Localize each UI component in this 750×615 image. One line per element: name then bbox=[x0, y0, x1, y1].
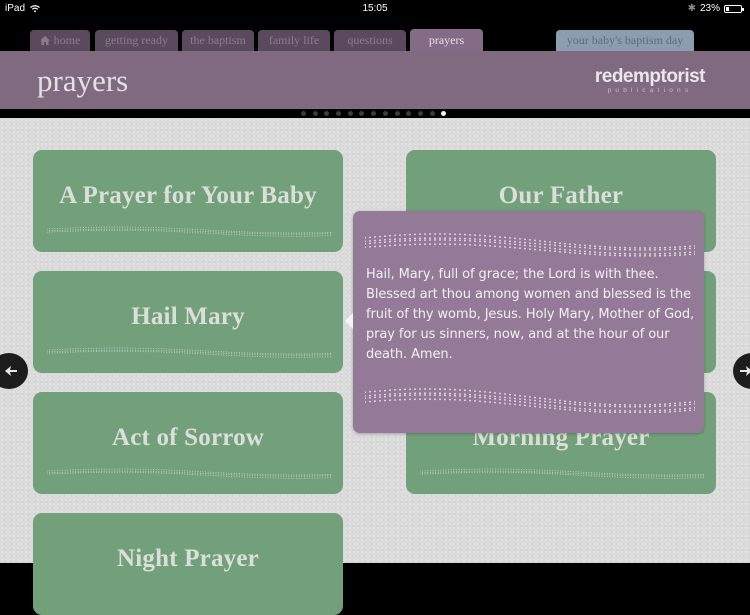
prayer-title: Act of Sorrow bbox=[111, 424, 265, 451]
tab-home[interactable]: home bbox=[30, 30, 90, 51]
dotted-wave-decoration bbox=[365, 233, 695, 257]
dotted-wave-decoration bbox=[47, 347, 331, 358]
page-dot[interactable] bbox=[359, 111, 365, 116]
prayer-card-act-of-sorrow[interactable]: Act of Sorrow bbox=[33, 392, 343, 494]
page-indicator[interactable] bbox=[0, 109, 750, 118]
page-dot[interactable] bbox=[324, 111, 330, 116]
tab-questions[interactable]: questions bbox=[334, 30, 406, 51]
page-dot[interactable] bbox=[429, 111, 435, 116]
dotted-wave-decoration bbox=[420, 468, 704, 479]
prayer-title: Night Prayer bbox=[117, 545, 259, 572]
tab-the-baptism[interactable]: the baptism bbox=[182, 30, 254, 51]
battery-percent: 23% bbox=[699, 3, 720, 14]
page-dot[interactable] bbox=[312, 111, 318, 116]
page-dot[interactable] bbox=[371, 111, 377, 116]
page-header: prayers redemptorist publications bbox=[0, 51, 750, 109]
page-dot[interactable] bbox=[382, 111, 388, 116]
dotted-wave-decoration bbox=[47, 468, 331, 479]
redemptorist-logo: redemptorist publications bbox=[594, 66, 706, 94]
popover-arrow bbox=[345, 313, 353, 329]
arrow-left-icon bbox=[5, 366, 17, 376]
tab-getting-ready[interactable]: getting ready bbox=[95, 30, 178, 51]
prayer-title: Hail Mary bbox=[131, 303, 245, 330]
status-bar: iPad 15:05 ✱ 23% bbox=[0, 0, 750, 20]
prayer-card-night-prayer[interactable]: Night Prayer bbox=[33, 513, 343, 615]
bluetooth-icon: ✱ bbox=[687, 3, 696, 14]
prayer-popover: Hail, Mary, full of grace; the Lord is w… bbox=[345, 211, 704, 433]
tab-label: the baptism bbox=[190, 33, 246, 47]
next-page-button[interactable] bbox=[733, 353, 750, 389]
tab-label: prayers bbox=[428, 32, 465, 47]
page-dot[interactable] bbox=[406, 111, 412, 116]
previous-page-button[interactable] bbox=[0, 353, 28, 389]
page-dot[interactable] bbox=[347, 111, 353, 116]
tab-label: questions bbox=[347, 33, 393, 47]
tab-bar: home getting ready the baptism family li… bbox=[0, 20, 750, 51]
prayer-title: Our Father bbox=[498, 182, 624, 209]
tab-your-babys-baptism-day[interactable]: your baby's baptism day bbox=[556, 30, 694, 51]
logo-subtitle: publications bbox=[607, 87, 693, 94]
prayer-card-hail-mary[interactable]: Hail Mary bbox=[33, 271, 343, 373]
prayer-title: A Prayer for Your Baby bbox=[59, 182, 317, 209]
arrow-right-icon bbox=[740, 366, 750, 376]
page-dot-active[interactable] bbox=[441, 111, 447, 116]
tab-label: family life bbox=[268, 33, 320, 47]
page-dot[interactable] bbox=[336, 111, 342, 116]
battery-icon bbox=[724, 4, 744, 13]
home-icon bbox=[39, 36, 50, 45]
page-title: prayers bbox=[37, 63, 129, 98]
clock: 15:05 bbox=[362, 3, 388, 14]
logo-name: redemptorist bbox=[594, 66, 706, 87]
prayer-card-a-prayer-for-your-baby[interactable]: A Prayer for Your Baby bbox=[33, 150, 343, 252]
page-dot[interactable] bbox=[301, 111, 306, 116]
dotted-wave-decoration bbox=[365, 388, 695, 413]
tab-label: getting ready bbox=[105, 33, 168, 47]
prayer-text: Hail, Mary, full of grace; the Lord is w… bbox=[366, 267, 695, 362]
prayer-list: A Prayer for Your Baby Our Father Hail M… bbox=[0, 118, 750, 615]
dotted-wave-decoration bbox=[47, 226, 331, 237]
page-dot[interactable] bbox=[394, 111, 400, 116]
tab-prayers[interactable]: prayers bbox=[410, 29, 483, 51]
tab-family-life[interactable]: family life bbox=[258, 30, 330, 51]
tab-label: home bbox=[53, 33, 81, 47]
tab-label: your baby's baptism day bbox=[566, 33, 684, 47]
page-dot[interactable] bbox=[417, 111, 423, 116]
